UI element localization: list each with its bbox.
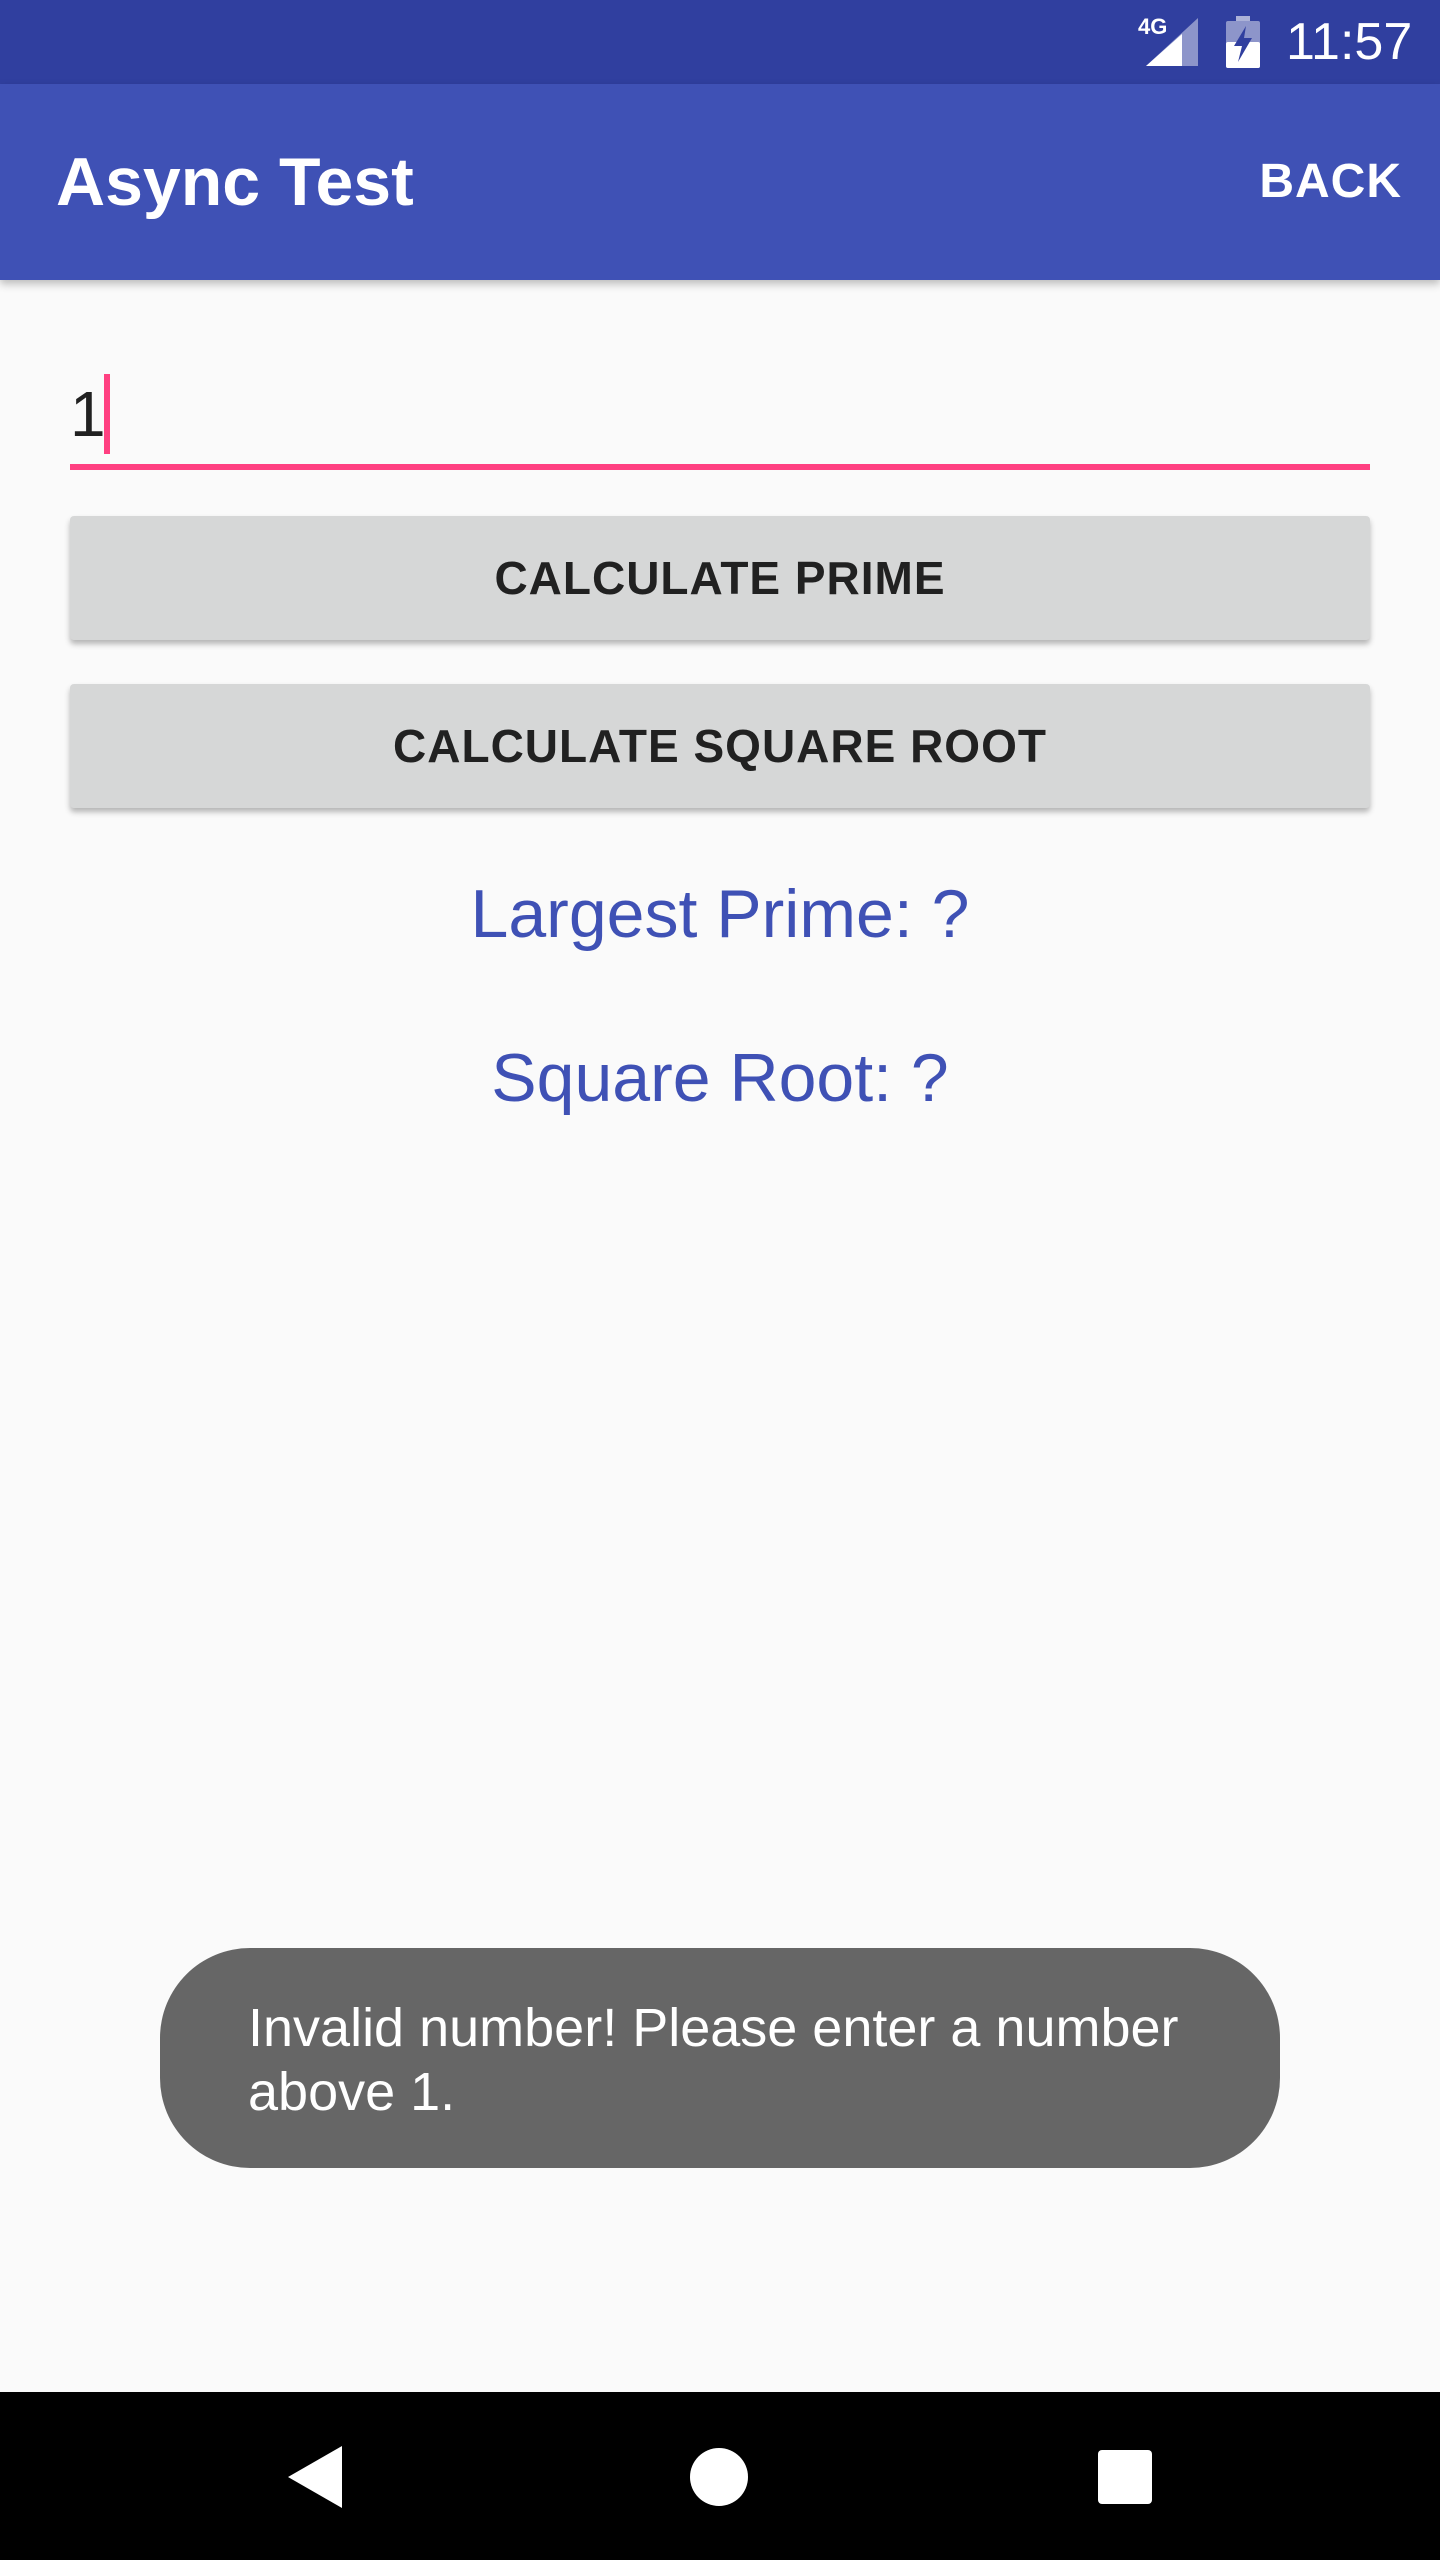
app-bar: Async Test BACK xyxy=(0,84,1440,280)
home-circle-icon[interactable] xyxy=(690,2448,748,2506)
screen: 4G 11:57 Async Test BACK 1 CALCULATE PRI… xyxy=(0,0,1440,2560)
number-input-value: 1 xyxy=(70,378,106,450)
app-title: Async Test xyxy=(56,144,414,220)
toast: Invalid number! Please enter a number ab… xyxy=(160,1948,1280,2168)
clock: 11:57 xyxy=(1286,13,1413,71)
battery-icon xyxy=(1226,16,1260,68)
largest-prime-result: Largest Prime: ? xyxy=(470,876,970,952)
number-input[interactable]: 1 xyxy=(70,360,1370,470)
network-type-label: 4G xyxy=(1138,14,1168,39)
input-underline xyxy=(70,464,1370,470)
text-cursor xyxy=(104,374,110,454)
toast-message: Invalid number! Please enter a number ab… xyxy=(248,1998,1179,2122)
calculate-prime-button[interactable]: CALCULATE PRIME xyxy=(70,516,1370,640)
back-triangle-icon[interactable] xyxy=(288,2446,342,2508)
navigation-bar xyxy=(0,2392,1440,2560)
status-bar: 4G 11:57 xyxy=(0,0,1440,84)
square-root-result: Square Root: ? xyxy=(491,1040,949,1116)
recents-square-icon[interactable] xyxy=(1098,2450,1152,2504)
back-button[interactable]: BACK xyxy=(1259,154,1402,210)
calculate-square-root-button[interactable]: CALCULATE SQUARE ROOT xyxy=(70,684,1370,808)
